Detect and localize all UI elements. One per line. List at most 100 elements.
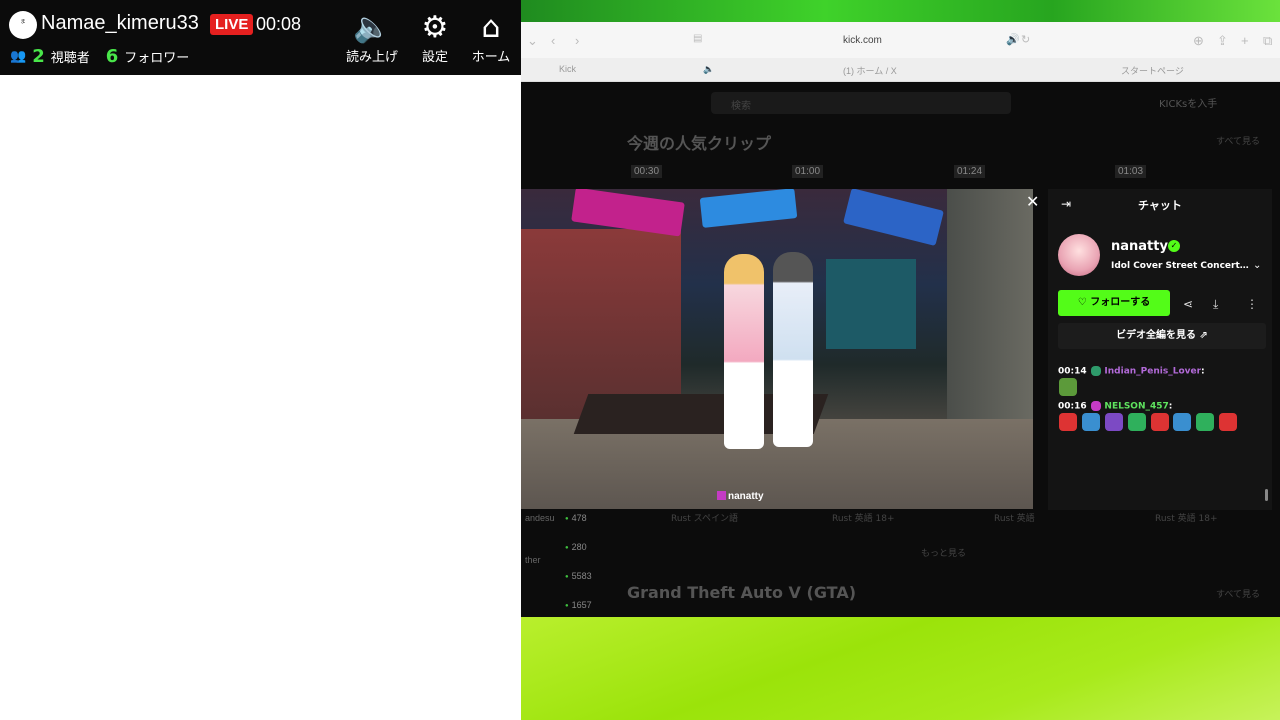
section-title-gta: Grand Theft Auto V (GTA): [627, 583, 857, 602]
kick-page: 検索 KICKsを入手 今週の人気クリップ すべて見る 00:30 01:00 …: [521, 83, 1280, 617]
emote-icon: [1081, 413, 1100, 431]
emote-icon: [1173, 413, 1192, 431]
chevron-down-icon[interactable]: ⌄: [1253, 260, 1261, 271]
message-time: 00:16: [1058, 401, 1087, 412]
sidebar-viewer-count: 478: [565, 513, 587, 523]
tab-x[interactable]: (1) ホーム / X: [843, 64, 897, 77]
viewers-count: 2: [32, 46, 45, 67]
settings-button[interactable]: ⚙ 設定: [405, 10, 465, 65]
tab-start-page[interactable]: スタートページ: [1121, 64, 1184, 77]
emote-icon: [1059, 413, 1077, 431]
video-scene: [521, 229, 681, 419]
back-icon[interactable]: ‹: [551, 33, 555, 48]
chat-username[interactable]: Indian_Penis_Lover: [1104, 367, 1201, 377]
avatar[interactable]: ま: [9, 11, 37, 39]
emote-icon: [1219, 413, 1238, 431]
follow-label: フォローする: [1090, 297, 1151, 308]
share-icon[interactable]: ⋖: [1183, 297, 1193, 311]
chat-scrollbar[interactable]: [1265, 489, 1268, 501]
sidebar-viewer-count: 280: [565, 542, 587, 552]
settings-label: 設定: [421, 50, 448, 65]
emote-icon: [1104, 413, 1123, 431]
home-icon: ⌂: [481, 10, 501, 45]
tab-bar: Kick 🔈 (1) ホーム / X スタートページ: [521, 58, 1280, 82]
badge-icon: [1090, 401, 1101, 411]
see-all-link[interactable]: すべて見る: [1216, 134, 1260, 147]
forward-icon[interactable]: ›: [575, 33, 579, 48]
search-input[interactable]: 検索: [711, 92, 1011, 114]
address-bar[interactable]: kick.com: [843, 35, 882, 46]
channel-name[interactable]: nanatty: [1111, 239, 1168, 254]
emote-icon: [1150, 413, 1169, 431]
elapsed-time: 00:08: [256, 14, 302, 34]
desktop-wallpaper-bottom: [521, 617, 1280, 720]
share-icon[interactable]: ⇪: [1217, 33, 1228, 49]
watch-full-video-button[interactable]: ビデオ全編を見る ⇗: [1058, 323, 1266, 349]
clip-duration: 01:24: [954, 165, 986, 178]
browser-window: ⌄ ‹ › ▤ kick.com 🔊 ↻ ⊕ ⇪ + ⧉ Kick 🔈 (1) …: [521, 0, 1280, 720]
clip-tags: Rust 英語 18+: [832, 514, 895, 524]
reader-icon[interactable]: ▤: [693, 33, 702, 44]
follow-button[interactable]: ♡ フォローする: [1058, 290, 1170, 316]
external-link-icon: ⇗: [1199, 330, 1208, 341]
home-label: ホーム: [471, 50, 511, 65]
see-all-link[interactable]: すべて見る: [1216, 587, 1260, 600]
clip-icon[interactable]: ⤓: [1213, 297, 1218, 312]
sidebar-viewer-count: 5583: [565, 571, 592, 581]
gear-icon: ⚙: [421, 10, 449, 45]
clip-tags: Rust スペイン語: [671, 514, 739, 524]
show-more-link[interactable]: もっと見る: [921, 546, 966, 559]
video-scene: [843, 189, 944, 246]
tab-overview-icon[interactable]: ⧉: [1263, 33, 1272, 49]
followers-label: フォロワー: [124, 51, 190, 66]
channel-avatar[interactable]: [1058, 234, 1100, 276]
speaker-icon: 🔈: [353, 10, 391, 45]
close-icon[interactable]: ✕: [1026, 192, 1039, 212]
tab-kick[interactable]: Kick: [559, 64, 576, 74]
emote-icon: [1127, 413, 1146, 431]
chat-message: 00:14 Indian_Penis_Lover:: [1058, 365, 1266, 400]
channel-watermark: nanatty: [717, 491, 764, 502]
sidebar-channel-name[interactable]: andesu: [525, 513, 555, 523]
video-performer: [773, 252, 813, 447]
watch-full-video-label: ビデオ全編を見る: [1116, 330, 1197, 341]
clip-tags: Rust 英語 18+: [1155, 514, 1218, 524]
sidebar-channel-name[interactable]: ther: [525, 555, 541, 565]
stream-username: Namae_kimeru33: [41, 12, 199, 34]
reload-icon[interactable]: ↻: [1021, 33, 1030, 46]
video-player[interactable]: nanatty: [521, 189, 1033, 509]
tab-audio-icon: 🔈: [703, 64, 715, 74]
home-button[interactable]: ⌂ ホーム: [461, 10, 521, 65]
viewers-icon: 👥: [10, 49, 27, 64]
video-performer: [724, 254, 764, 449]
download-icon[interactable]: ⊕: [1193, 33, 1204, 49]
emote-icon: [1196, 413, 1215, 431]
clip-tags: Rust 英語: [994, 514, 1035, 524]
badge-icon: [1090, 366, 1101, 376]
viewers-label: 視聴者: [50, 51, 90, 66]
more-options-icon[interactable]: ⋮: [1246, 297, 1258, 311]
get-kicks-button[interactable]: KICKsを入手: [1159, 95, 1217, 110]
audio-icon[interactable]: 🔊: [1006, 33, 1020, 46]
browser-toolbar: ⌄ ‹ › ▤ kick.com 🔊 ↻ ⊕ ⇪ + ⧉: [521, 22, 1280, 58]
chat-message: 00:16 NELSON_457:: [1058, 400, 1266, 435]
emote-icon: [1059, 378, 1077, 396]
desktop-wallpaper-top: [521, 0, 1280, 22]
live-badge: LIVE: [210, 14, 254, 35]
clip-duration: 01:03: [1115, 165, 1147, 178]
message-time: 00:14: [1058, 366, 1087, 377]
sidebar-viewer-count: 1657: [565, 600, 592, 610]
stream-title: Idol Cover Street Concert ...: [1111, 261, 1251, 271]
verified-icon: ✓: [1168, 240, 1180, 252]
chat-messages: 00:14 Indian_Penis_Lover: 00:16 NELSON_4…: [1058, 365, 1266, 507]
video-scene: [826, 259, 916, 349]
sidebar-toggle-icon[interactable]: ⌄: [527, 33, 538, 49]
new-tab-icon[interactable]: +: [1241, 33, 1249, 48]
stream-status-bar: ま Namae_kimeru33 LIVE 00:08 👥 2 視聴者 6 フォ…: [0, 0, 521, 75]
read-aloud-button[interactable]: 🔈 読み上げ: [342, 10, 402, 65]
chat-title: チャット: [1138, 199, 1182, 212]
read-aloud-label: 読み上げ: [345, 50, 398, 65]
clip-duration: 01:00: [792, 165, 824, 178]
heart-icon: ♡: [1077, 297, 1091, 308]
chat-username[interactable]: NELSON_457: [1104, 402, 1168, 412]
